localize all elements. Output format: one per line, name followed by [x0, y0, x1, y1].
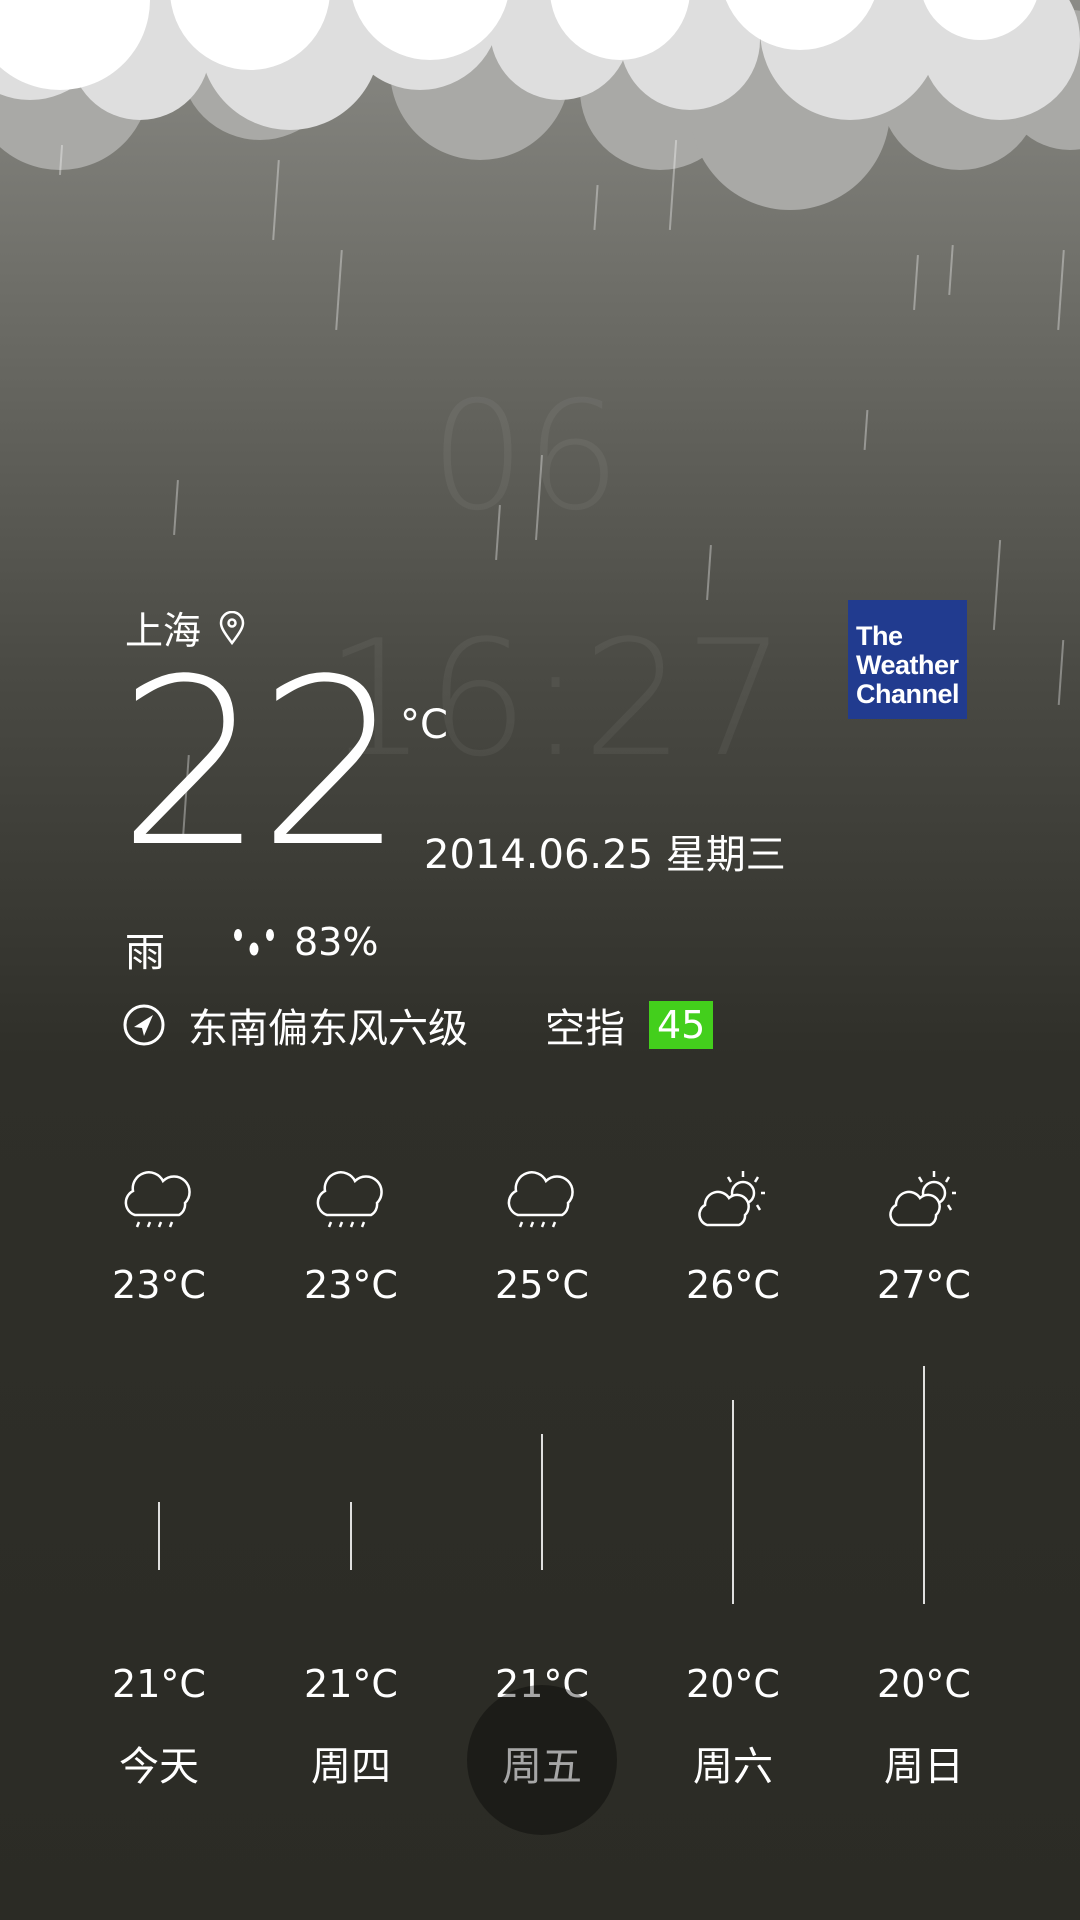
forecast-high-temp: 23°C	[112, 1263, 206, 1307]
forecast-range-bar	[350, 1502, 352, 1570]
humidity-value: 83%	[294, 920, 379, 964]
rain-streak	[335, 250, 343, 330]
rain-streak	[1057, 640, 1065, 705]
logo-text: Channel	[856, 679, 960, 709]
forecast-day-label: 周四	[311, 1744, 391, 1790]
logo-text: Weather	[856, 650, 959, 680]
forecast-range-bar	[923, 1366, 925, 1604]
clouds-decoration	[0, 0, 1080, 210]
humidity: 83%	[232, 920, 378, 964]
unlock-button[interactable]	[467, 1685, 617, 1835]
forecast-range-bar	[541, 1434, 543, 1570]
forecast-high-temp: 27°C	[877, 1263, 971, 1307]
humidity-drops-icon	[234, 929, 274, 956]
background-month: 06	[430, 370, 621, 544]
forecast-day-label: 周日	[884, 1744, 964, 1790]
forecast-low-temp: 20°C	[686, 1662, 780, 1706]
rain-streak	[948, 244, 954, 296]
rain-streak	[863, 409, 869, 451]
compass-icon	[123, 1004, 165, 1046]
rain-streak	[173, 479, 179, 536]
rain-streak	[913, 254, 919, 311]
current-temperature: 22	[118, 631, 405, 898]
forecast-range-bar	[732, 1400, 734, 1604]
rain-streak	[992, 540, 1002, 630]
forecast-low-temp: 21°C	[304, 1662, 398, 1706]
forecast-range-bar	[158, 1502, 160, 1570]
rain-icon	[452, 1165, 632, 1239]
rain-streak	[706, 544, 712, 601]
aqi-badge: 45	[649, 1001, 714, 1049]
logo-text: The	[856, 621, 903, 651]
air-quality: 空指 45	[545, 996, 714, 1054]
forecast-day-label: 今天	[119, 1744, 199, 1790]
aqi-label: 空指	[545, 1006, 625, 1052]
partly-cloudy-icon	[643, 1165, 823, 1239]
forecast-high-temp: 25°C	[495, 1263, 589, 1307]
rain-icon	[69, 1165, 249, 1239]
weather-condition: 雨	[125, 930, 165, 976]
weather-channel-logo[interactable]: The Weather Channel	[848, 600, 967, 719]
rain-icon	[261, 1165, 441, 1239]
forecast-low-temp: 20°C	[877, 1662, 971, 1706]
forecast-low-temp: 21°C	[112, 1662, 206, 1706]
partly-cloudy-icon	[834, 1165, 1014, 1239]
rain-streak	[1057, 250, 1065, 330]
forecast-high-temp: 26°C	[686, 1263, 780, 1307]
wind-value: 东南偏东风六级	[188, 1006, 468, 1052]
forecast-day-label: 周六	[693, 1744, 773, 1790]
current-date: 2014.06.25 星期三	[424, 832, 786, 878]
temperature-unit: °C	[400, 702, 448, 748]
forecast-high-temp: 23°C	[304, 1263, 398, 1307]
wind: 东南偏东风六级	[122, 996, 468, 1054]
